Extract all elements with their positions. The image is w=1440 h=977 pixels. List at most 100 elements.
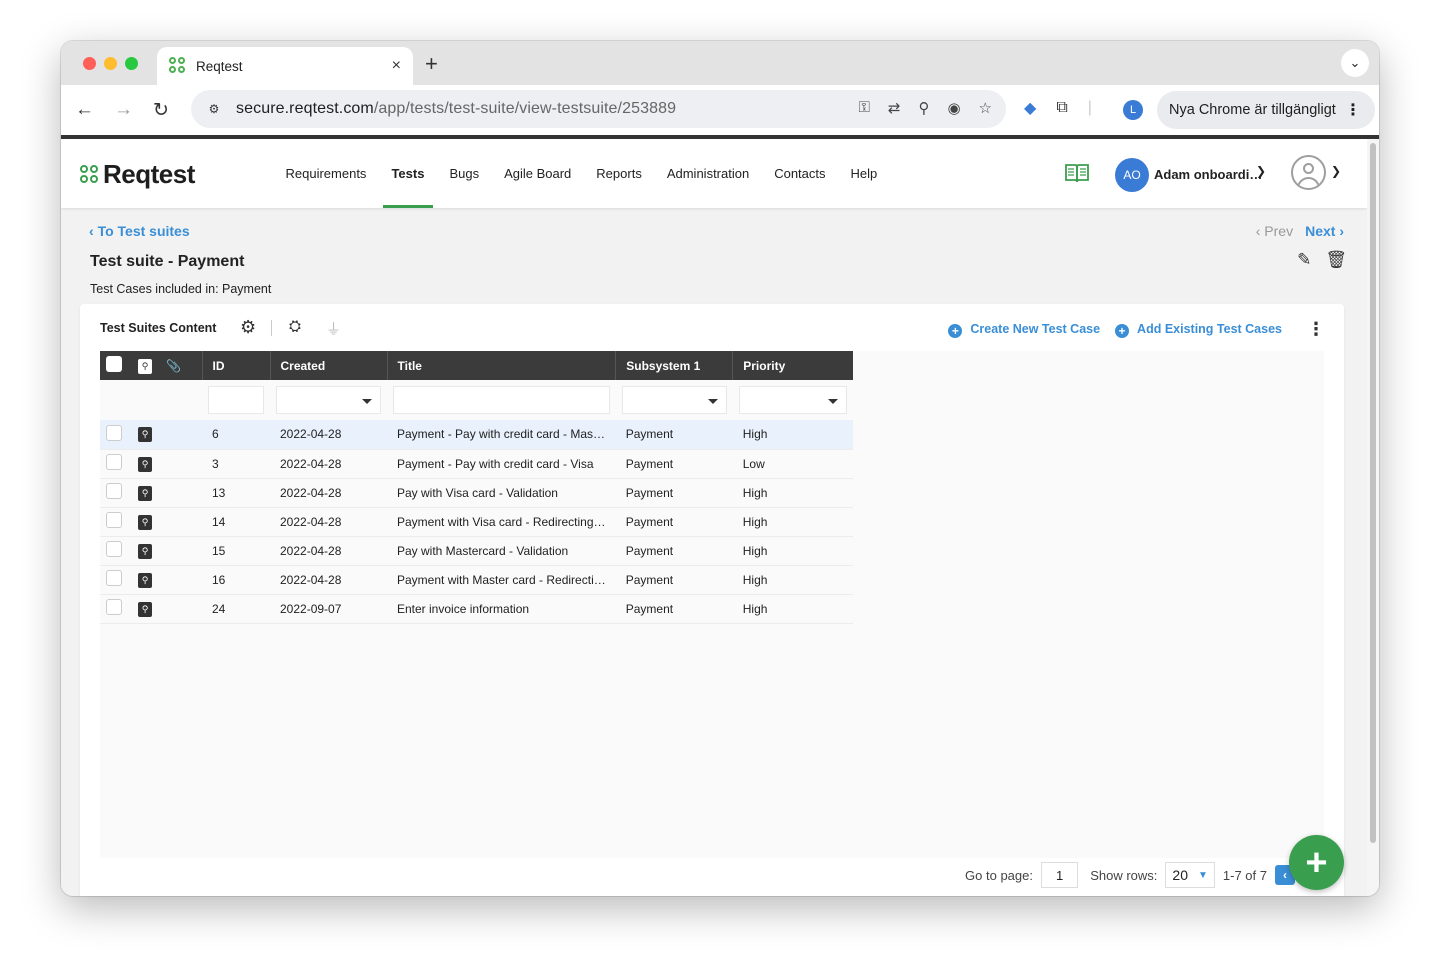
- add-existing-test-cases-button[interactable]: + Add Existing Test Cases: [1115, 322, 1282, 338]
- chevron-down-icon: ▼: [1198, 869, 1208, 881]
- attachment-cell: [162, 507, 202, 537]
- table-row[interactable]: ⚲ 14 2022-04-28 Payment with Visa card - Re…: [100, 507, 853, 537]
- title-filter-input[interactable]: [393, 386, 610, 414]
- id-filter-input[interactable]: [208, 386, 264, 414]
- row-checkbox[interactable]: [100, 449, 128, 479]
- row-checkbox[interactable]: [100, 507, 128, 537]
- view-test-case-icon[interactable]: ⚲: [128, 449, 162, 479]
- rows-per-page-select[interactable]: 20 ▼: [1165, 862, 1215, 888]
- chevron-down-icon[interactable]: ❯: [1256, 164, 1266, 178]
- eye-off-icon[interactable]: ◉: [947, 99, 960, 117]
- created-filter-select[interactable]: [276, 386, 381, 414]
- row-checkbox[interactable]: [100, 420, 128, 450]
- browser-tab[interactable]: Reqtest ×: [157, 47, 413, 85]
- view-test-case-icon[interactable]: ⚲: [128, 420, 162, 450]
- cell-title: Pay with Visa card - Validation: [387, 478, 616, 508]
- table-row[interactable]: ⚲ 6 2022-04-28 Payment - Pay with credit ca…: [100, 420, 853, 450]
- table-row[interactable]: ⚲ 24 2022-09-07 Enter invoice information Pa…: [100, 594, 853, 624]
- forward-arrow-icon[interactable]: →: [114, 99, 133, 121]
- new-tab-button[interactable]: +: [425, 51, 438, 77]
- back-arrow-icon[interactable]: ←: [75, 99, 94, 121]
- table-header-row: ⚲ 📎 ID Created Title Subsystem 1 Priorit…: [100, 351, 853, 380]
- go-to-page-input[interactable]: 1: [1040, 862, 1079, 888]
- nav-help[interactable]: Help: [838, 139, 890, 208]
- reqtest-logo-icon: [80, 164, 100, 185]
- cell-created: 2022-04-28: [270, 507, 387, 537]
- select-all-checkbox[interactable]: [100, 351, 128, 380]
- bulk-edit-icon[interactable]: ⛭: [289, 318, 301, 335]
- row-checkbox[interactable]: [100, 536, 128, 566]
- row-checkbox[interactable]: [100, 478, 128, 508]
- back-to-test-suites-link[interactable]: ‹ To Test suites: [89, 223, 190, 239]
- view-test-case-icon[interactable]: ⚲: [128, 565, 162, 595]
- address-bar[interactable]: ⚙ secure.reqtest.com/app/tests/test-suit…: [191, 90, 1006, 128]
- user-avatar[interactable]: AO: [1115, 158, 1149, 192]
- cell-created: 2022-04-28: [270, 449, 387, 479]
- subsystem-filter-select[interactable]: [621, 386, 727, 414]
- clear-filter-icon[interactable]: ⏚: [326, 318, 341, 339]
- password-key-icon[interactable]: ⚿: [858, 99, 869, 117]
- column-header-subsystem[interactable]: Subsystem 1: [615, 351, 734, 380]
- chrome-update-button[interactable]: Nya Chrome är tillgängligt ⋮: [1157, 91, 1375, 129]
- add-floating-button[interactable]: +: [1289, 835, 1344, 890]
- site-info-icon[interactable]: ⚙: [205, 100, 223, 118]
- create-new-test-case-button[interactable]: + Create New Test Case: [948, 322, 1100, 338]
- view-test-case-icon[interactable]: ⚲: [128, 594, 162, 624]
- open-book-icon[interactable]: [1065, 163, 1089, 183]
- cell-id: 13: [202, 478, 270, 508]
- cell-priority: High: [732, 594, 853, 624]
- edit-pencil-icon[interactable]: ✎: [1297, 250, 1311, 270]
- chevron-down-icon[interactable]: ❯: [1331, 164, 1341, 178]
- row-checkbox[interactable]: [100, 565, 128, 595]
- cell-created: 2022-09-07: [270, 594, 387, 624]
- tab-strip: Reqtest × + ⌄: [61, 41, 1379, 85]
- reqtest-logo[interactable]: Reqtest: [80, 159, 195, 190]
- star-icon[interactable]: ☆: [979, 99, 992, 117]
- minimize-window-button[interactable]: [104, 57, 117, 70]
- nav-bugs[interactable]: Bugs: [437, 139, 492, 208]
- view-test-case-icon[interactable]: ⚲: [128, 536, 162, 566]
- view-test-case-icon[interactable]: ⚲: [128, 478, 162, 508]
- more-options-icon[interactable]: ⋮: [1307, 319, 1325, 340]
- zoom-icon[interactable]: ⚲: [918, 99, 929, 117]
- chrome-profile-avatar[interactable]: L: [1123, 100, 1143, 120]
- puzzle-icon[interactable]: ⧉: [1056, 99, 1067, 117]
- chrome-menu-icon[interactable]: ⋮: [1345, 100, 1361, 120]
- nav-requirements[interactable]: Requirements: [273, 139, 379, 208]
- close-window-button[interactable]: [83, 57, 96, 70]
- column-header-id[interactable]: ID: [202, 351, 271, 380]
- column-header-created[interactable]: Created: [270, 351, 388, 380]
- nav-contacts[interactable]: Contacts: [762, 139, 838, 208]
- table-row[interactable]: ⚲ 13 2022-04-28 Pay with Visa card - Valida…: [100, 478, 853, 508]
- tab-search-chevron-icon[interactable]: ⌄: [1341, 49, 1369, 77]
- next-link[interactable]: Next ›: [1305, 223, 1344, 239]
- page-scrollbar[interactable]: [1367, 139, 1379, 896]
- maximize-window-button[interactable]: [125, 57, 138, 70]
- row-checkbox[interactable]: [100, 594, 128, 624]
- priority-filter-select[interactable]: [738, 386, 847, 414]
- cell-id: 15: [202, 536, 270, 566]
- gear-icon[interactable]: ⚙: [240, 317, 256, 338]
- extension-tag-icon[interactable]: ◆: [1024, 98, 1036, 118]
- view-test-case-icon[interactable]: ⚲: [128, 507, 162, 537]
- nav-agile-board[interactable]: Agile Board: [492, 139, 584, 208]
- profile-picture-icon[interactable]: [1291, 155, 1326, 190]
- reload-icon[interactable]: ↻: [153, 99, 169, 122]
- cell-id: 3: [202, 449, 270, 479]
- table-row[interactable]: ⚲ 15 2022-04-28 Pay with Mastercard - Valid…: [100, 536, 853, 566]
- column-header-priority[interactable]: Priority: [732, 351, 853, 380]
- translate-icon[interactable]: ⇄: [888, 99, 901, 117]
- tab-close-icon[interactable]: ×: [392, 57, 401, 75]
- trash-icon[interactable]: 🗑: [1325, 250, 1347, 270]
- page-subtitle: Test Cases included in: Payment: [90, 282, 272, 296]
- prev-link[interactable]: ‹ Prev: [1256, 223, 1293, 239]
- table-row[interactable]: ⚲ 3 2022-04-28 Payment - Pay with credit ca…: [100, 449, 853, 479]
- test-suite-content-panel: Test Suites Content ⚙ ⛭ ⏚ + Create New Te…: [80, 304, 1344, 896]
- nav-reports[interactable]: Reports: [584, 139, 655, 208]
- nav-tests[interactable]: Tests: [379, 139, 437, 208]
- nav-administration[interactable]: Administration: [654, 139, 761, 208]
- cell-created: 2022-04-28: [270, 478, 387, 508]
- user-name[interactable]: Adam onboardi…: [1154, 167, 1262, 182]
- table-row[interactable]: ⚲ 16 2022-04-28 Payment with Master card - …: [100, 565, 853, 595]
- column-header-title[interactable]: Title: [387, 351, 617, 380]
